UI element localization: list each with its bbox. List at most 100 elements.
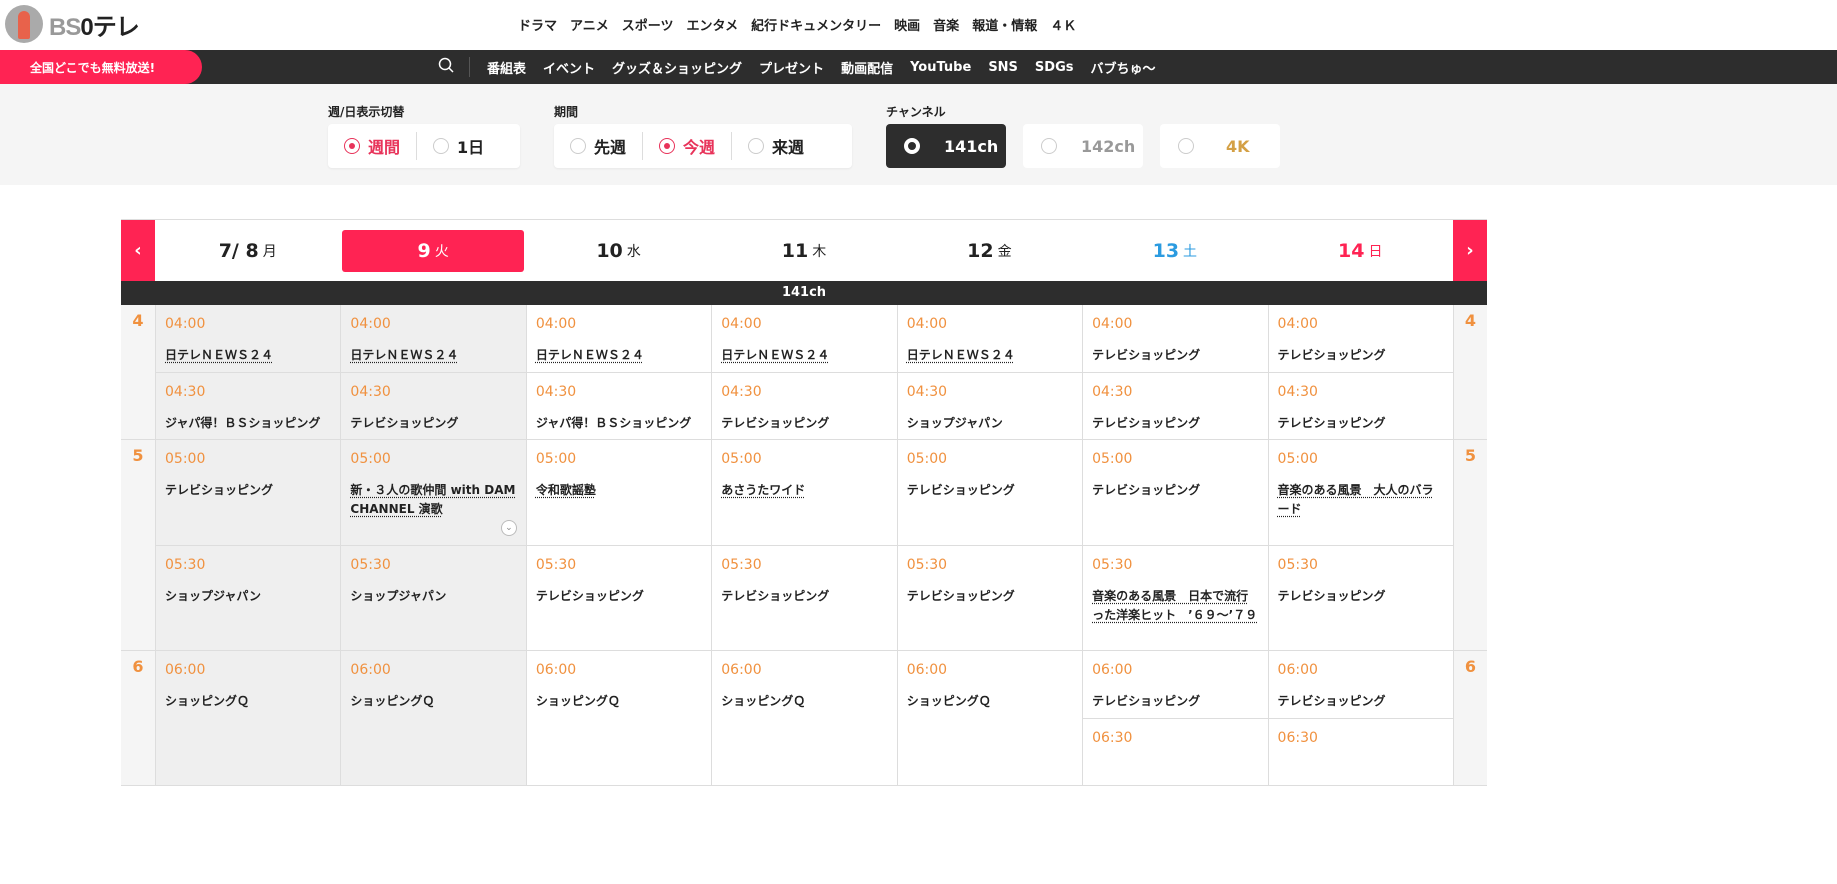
program-cell[interactable]: 05:00 テレビショッピング xyxy=(898,440,1082,545)
program-title: テレビショッピング xyxy=(906,589,1015,603)
genre-link[interactable]: ４Ｋ xyxy=(1050,15,1076,34)
nav-link[interactable]: グッズ＆ショッピング xyxy=(612,58,742,77)
program-cell[interactable]: 04:30 テレビショッピング xyxy=(1268,372,1453,439)
next-week-button[interactable]: › xyxy=(1453,220,1487,281)
hour-label: 5 xyxy=(121,440,155,650)
program-cell[interactable]: 05:00 令和歌謡塾 xyxy=(527,440,711,545)
program-cell[interactable]: 05:30 テレビショッピング xyxy=(1268,545,1453,650)
program-cell[interactable]: 04:30 ジャパ得！ＢＳショッピング xyxy=(156,372,341,439)
program-time: 04:30 xyxy=(165,384,206,400)
program-title[interactable]: 日テレＮＥＷＳ２４ xyxy=(536,346,702,365)
genre-link[interactable]: アニメ xyxy=(570,15,609,34)
search-icon[interactable] xyxy=(438,57,454,77)
program-title[interactable]: 日テレＮＥＷＳ２４ xyxy=(721,346,887,365)
view-day-radio[interactable]: 1日 xyxy=(416,132,500,160)
program-title[interactable]: 新・３人の歌仲間 with DAM CHANNEL 演歌 xyxy=(350,481,516,519)
program-cell[interactable]: 05:30 音楽のある風景 日本で流行った洋楽ヒット ’６９～’７９ xyxy=(1083,545,1268,650)
day-tab[interactable]: 9火 xyxy=(342,229,524,272)
program-cell[interactable]: 06:00 テレビショッピング xyxy=(1083,651,1267,718)
nav-link[interactable]: 動画配信 xyxy=(841,58,893,77)
genre-link[interactable]: エンタメ xyxy=(687,15,739,34)
prev-week-button[interactable]: ‹ xyxy=(121,220,155,281)
program-cell[interactable]: 05:30 ショップジャパン xyxy=(156,545,341,650)
genre-link[interactable]: スポーツ xyxy=(622,15,674,34)
program-cell[interactable]: 04:30 ジャパ得！ＢＳショッピング xyxy=(526,372,712,439)
program-cell[interactable]: 05:00 あさうたワイド xyxy=(712,440,896,545)
hour-label: 4 xyxy=(1452,305,1487,439)
nav-link[interactable]: 番組表 xyxy=(487,58,526,77)
day-tab[interactable]: 12 金 xyxy=(899,230,1080,272)
program-cell[interactable]: 05:30 テレビショッピング xyxy=(897,545,1083,650)
program-cell[interactable]: 05:30 テレビショッピング xyxy=(712,545,897,650)
program-title[interactable]: 音楽のある風景 大人のバラード xyxy=(1278,481,1444,519)
program-cell[interactable]: 04:30 テレビショッピング xyxy=(1083,372,1268,439)
program-cell[interactable]: 04:00 日テレＮＥＷＳ２４ xyxy=(712,305,896,372)
nav-link[interactable]: SDGs xyxy=(1035,60,1074,75)
program-cell[interactable]: 04:00 日テレＮＥＷＳ２４ xyxy=(341,305,525,372)
day-tab[interactable]: 7/ 8月 xyxy=(157,230,338,272)
channel-4k-button[interactable]: 4K xyxy=(1160,124,1280,168)
program-title[interactable]: 音楽のある風景 日本で流行った洋楽ヒット ’６９～’７９ xyxy=(1092,587,1258,625)
program-cell[interactable]: 05:00 音楽のある風景 大人のバラード xyxy=(1269,440,1453,545)
nav-link[interactable]: イベント xyxy=(543,58,595,77)
program-cell[interactable]: 04:00 テレビショッピング xyxy=(1083,305,1267,372)
day-tab[interactable]: 11 木 xyxy=(713,230,894,272)
program-cell[interactable]: 06:00 テレビショッピング xyxy=(1269,651,1453,718)
genre-link[interactable]: 音楽 xyxy=(933,15,959,34)
day-column: 06:00 テレビショッピング 06:30 xyxy=(1267,651,1453,785)
day-tab[interactable]: 14 日 xyxy=(1270,230,1451,272)
program-cell[interactable]: 06:00 ショッピングＱ xyxy=(156,651,340,785)
nav-link[interactable]: YouTube xyxy=(910,60,971,75)
nav-link[interactable]: SNS xyxy=(988,60,1018,75)
program-cell[interactable]: 05:00 テレビショッピング xyxy=(1083,440,1267,545)
program-title[interactable]: 令和歌謡塾 xyxy=(536,481,702,500)
program-cell[interactable]: 04:00 日テレＮＥＷＳ２４ xyxy=(156,305,340,372)
program-cell[interactable]: 05:00 テレビショッピング xyxy=(156,440,340,545)
day-tab[interactable]: 10 水 xyxy=(528,230,709,272)
nav-link[interactable]: バブちゅ～ xyxy=(1090,58,1155,77)
program-time: 05:30 xyxy=(350,557,391,573)
day-tab[interactable]: 13 土 xyxy=(1084,230,1265,272)
genre-link[interactable]: 映画 xyxy=(894,15,920,34)
nav-link[interactable]: プレゼント xyxy=(759,58,824,77)
program-title[interactable]: 日テレＮＥＷＳ２４ xyxy=(350,346,516,365)
program-cell[interactable]: 06:00 ショッピングＱ xyxy=(527,651,711,785)
program-cell[interactable]: 04:00 日テレＮＥＷＳ２４ xyxy=(898,305,1082,372)
expand-chevron-icon[interactable]: ⌄ xyxy=(500,520,517,536)
program-cell[interactable]: 04:00 テレビショッピング xyxy=(1269,305,1453,372)
day-column: 04:00 日テレＮＥＷＳ２４ 04:30 ジャパ得！ＢＳショッピング xyxy=(155,305,341,439)
program-cell[interactable]: 06:30 xyxy=(1268,718,1453,785)
program-cell[interactable]: 05:30 テレビショッピング xyxy=(526,545,712,650)
program-title[interactable]: 日テレＮＥＷＳ２４ xyxy=(907,346,1073,365)
free-broadcast-banner[interactable]: 全国どこでも無料放送! xyxy=(0,50,202,84)
channel-141-button[interactable]: 141ch xyxy=(886,124,1006,168)
period-this-week-radio[interactable]: 今週 xyxy=(642,132,731,160)
program-cell[interactable]: 04:30 テレビショッピング xyxy=(712,372,897,439)
program-cell[interactable]: 05:30 ショップジャパン xyxy=(341,545,526,650)
hour-row: 6 06:00 ショッピングＱ 06:00 ショッピングＱ 06:00 ショッピングＱ 06:… xyxy=(121,651,1487,786)
day-column: 04:00 テレビショッピング 04:30 テレビショッピング xyxy=(1267,305,1453,439)
program-cell[interactable]: 04:30 ショップジャパン xyxy=(897,372,1083,439)
day-of-week: 水 xyxy=(626,243,641,260)
program-cell[interactable]: 06:00 ショッピングＱ xyxy=(898,651,1082,785)
program-cell[interactable]: 06:30 xyxy=(1083,718,1268,785)
period-last-week-radio[interactable]: 先週 xyxy=(554,132,642,160)
program-title: ジャパ得！ＢＳショッピング xyxy=(165,416,321,430)
view-week-radio[interactable]: 週間 xyxy=(328,132,416,160)
genre-link[interactable]: ドラマ xyxy=(518,15,557,34)
program-cell[interactable]: 05:00 新・３人の歌仲間 with DAM CHANNEL 演歌 ⌄ xyxy=(341,440,525,545)
program-cell[interactable]: 04:30 テレビショッピング xyxy=(341,372,526,439)
site-logo[interactable]: BS0テレ xyxy=(5,5,140,43)
program-cell[interactable]: 06:00 ショッピングＱ xyxy=(712,651,896,785)
program-cell[interactable]: 06:00 ショッピングＱ xyxy=(341,651,525,785)
program-title[interactable]: 日テレＮＥＷＳ２４ xyxy=(165,346,331,365)
genre-link[interactable]: 紀行ドキュメンタリー xyxy=(751,15,881,34)
program-cell[interactable]: 04:00 日テレＮＥＷＳ２４ xyxy=(527,305,711,372)
genre-link[interactable]: 報道・情報 xyxy=(972,15,1037,34)
radio-icon xyxy=(433,138,450,154)
program-time: 04:00 xyxy=(1277,316,1318,332)
program-title[interactable]: あさうたワイド xyxy=(721,481,887,500)
channel-142-button[interactable]: 142ch xyxy=(1023,124,1143,168)
period-next-week-radio[interactable]: 来週 xyxy=(731,132,820,160)
hour-row: 5 05:00 テレビショッピング 05:30 ショップジャパン 05:00 新・３人の歌仲… xyxy=(121,440,1487,651)
